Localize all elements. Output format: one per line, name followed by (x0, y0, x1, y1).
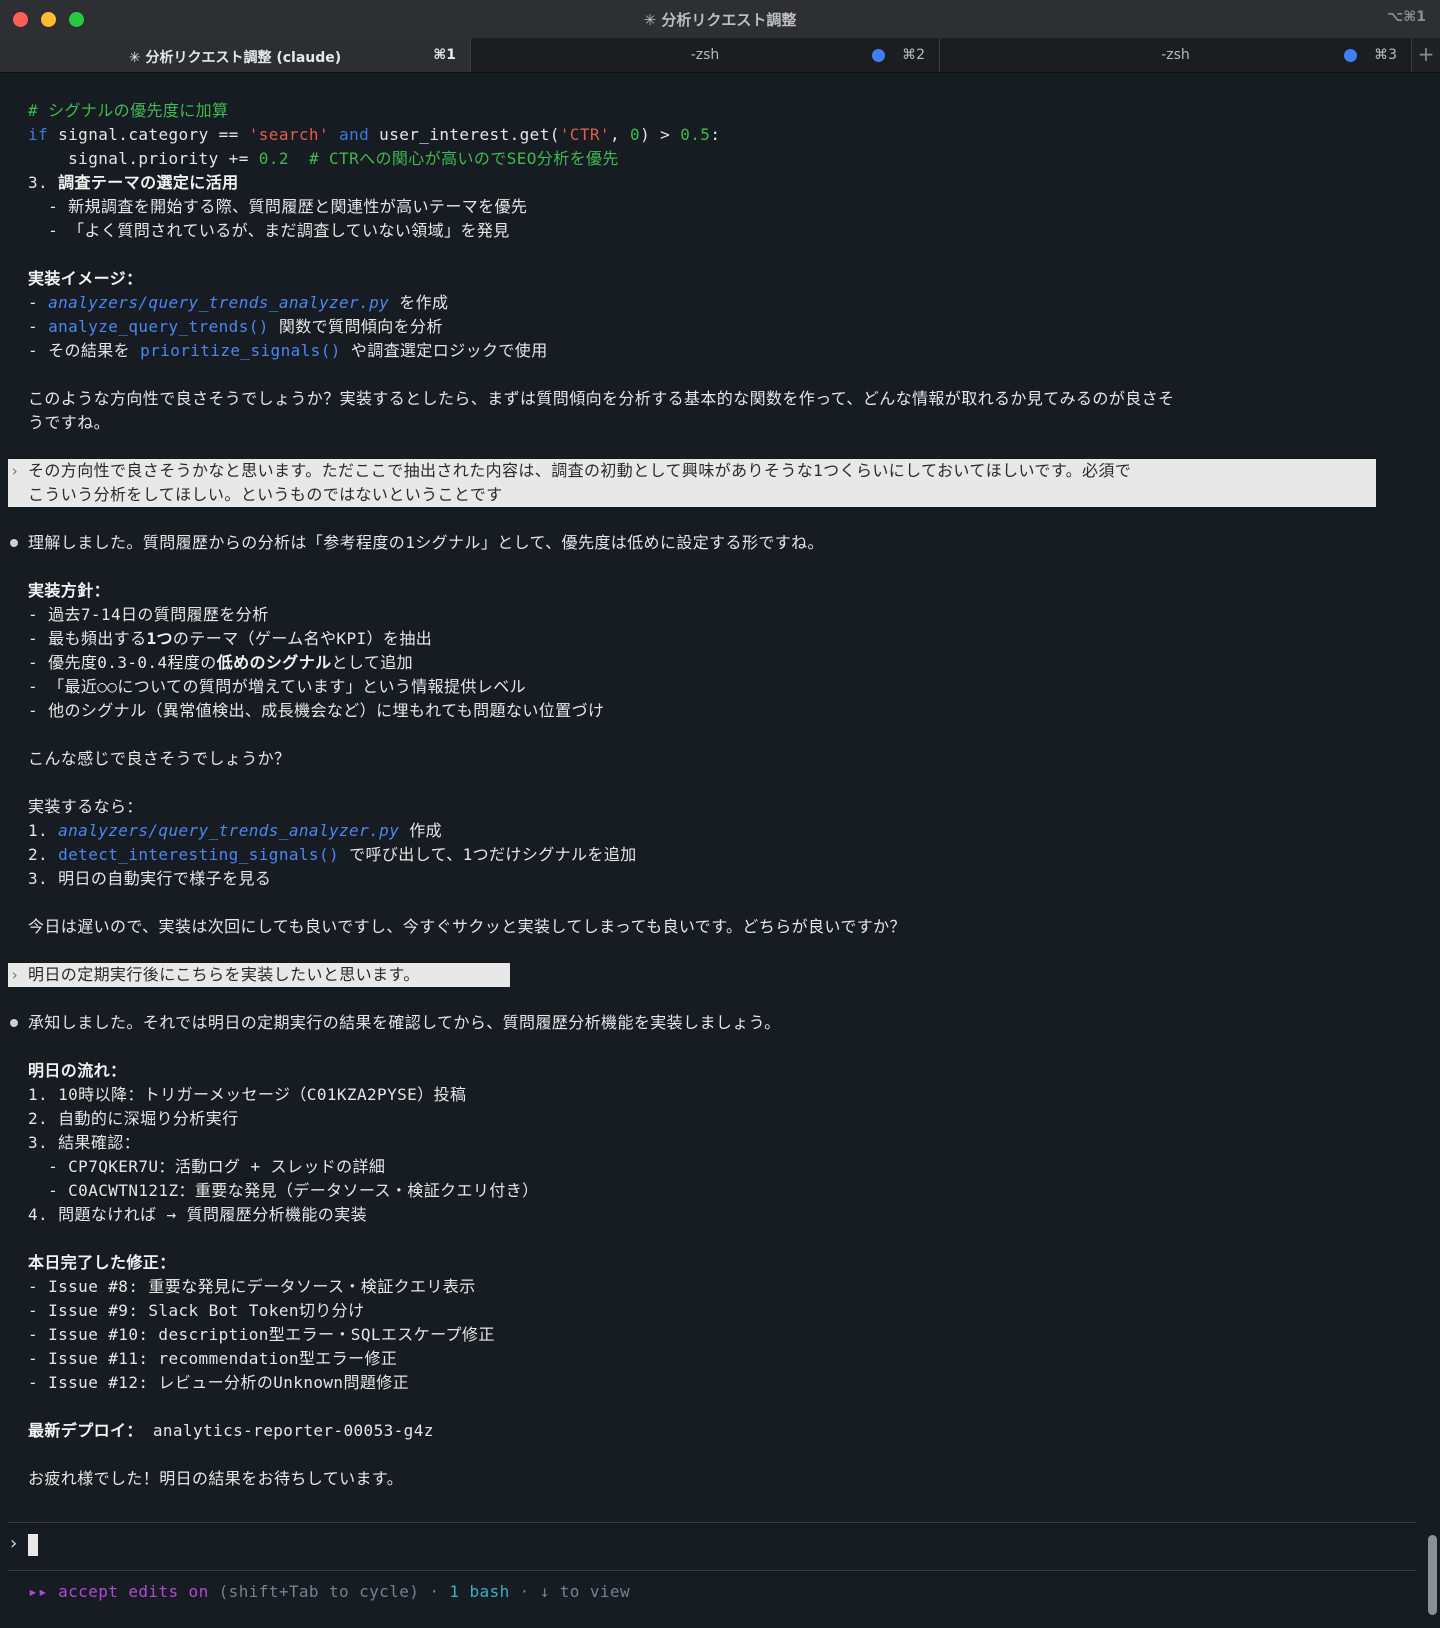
code-if-line: if signal.category == 'search' and user_… (28, 125, 721, 144)
view-hint: · ↓ to view (509, 1582, 631, 1601)
bash-count[interactable]: 1 bash (449, 1582, 509, 1601)
list-item: 3. 調査テーマの選定に活用 (28, 173, 239, 192)
assistant-text: 承知しました。それでは明日の定期実行の結果を確認してから、質問履歴分析機能を実装… (28, 1013, 781, 1032)
section-heading: 明日の流れ： (28, 1061, 127, 1080)
code-comment: # シグナルの優先度に加算 (28, 101, 229, 120)
list-item: - 優先度0.3-0.4程度の低めのシグナルとして追加 (28, 653, 414, 672)
input-top-divider (8, 1522, 1416, 1523)
user-message-text: 明日の定期実行後にこちらを実装したいと思います。 (28, 965, 420, 984)
tab-zsh-3[interactable]: -zsh ⌘3 (940, 38, 1412, 72)
list-item: - 最も頻出する1つのテーマ（ゲーム名やKPI）を抽出 (28, 629, 433, 648)
assistant-bullet-icon (10, 539, 18, 547)
list-item: - analyze_query_trends() 関数で質問傾向を分析 (28, 317, 443, 336)
terminal-window: ✳ 分析リクエスト調整 ⌥⌘1 ✳ 分析リクエスト調整 (claude) ⌘1 … (0, 0, 1440, 1628)
list-item: 1. 10時以降：トリガーメッセージ（C01KZA2PYSE）投稿 (28, 1085, 467, 1104)
list-item: - C0ACWTN121Z：重要な発見（データソース・検証クエリ付き） (28, 1181, 539, 1200)
tab-zsh-2[interactable]: -zsh ⌘2 (471, 38, 940, 72)
user-message: › 明日の定期実行後にこちらを実装したいと思います。 (8, 963, 510, 987)
list-item: 2. 自動的に深堀り分析実行 (28, 1109, 239, 1128)
list-item: - 「最近○○についての質問が増えています」という情報提供レベル (28, 677, 527, 696)
section-heading: 実装方針： (28, 581, 111, 600)
list-item: 3. 明日の自動実行で様子を見る (28, 869, 272, 888)
tab-shortcut: ⌘2 (902, 47, 925, 63)
input-bottom-divider (8, 1570, 1416, 1571)
section-heading: 本日完了した修正： (28, 1253, 176, 1272)
tab-label: -zsh (690, 47, 720, 63)
list-item: 4. 問題なければ → 質問履歴分析機能の実装 (28, 1205, 367, 1224)
fast-forward-icon: ▸▸ (28, 1582, 49, 1601)
list-item: - その結果を prioritize_signals() や調査選定ロジックで使… (28, 341, 548, 360)
status-hint: (shift+Tab to cycle) · (208, 1582, 450, 1601)
scrollbar-thumb[interactable] (1428, 1535, 1437, 1615)
list-item: - 新規調査を開始する際、質問履歴と関連性が高いテーマを優先 (28, 197, 528, 216)
user-message: › その方向性で良さそうかなと思います。ただここで抽出された内容は、調査の初動と… (8, 459, 1376, 507)
input-prompt-icon: › (8, 1533, 19, 1554)
assistant-text: うですね。 (28, 413, 111, 432)
code-priority-line: signal.priority += 0.2 # CTRへの関心が高いのでSEO… (28, 149, 619, 168)
window-shortcut: ⌥⌘1 (1387, 9, 1426, 25)
activity-dot-icon (1344, 49, 1357, 62)
list-item: - Issue #8: 重要な発見にデータソース・検証クエリ表示 (28, 1277, 476, 1296)
section-heading: 実装イメージ： (28, 269, 143, 288)
list-item: - CP7QKER7U：活動ログ + スレッドの詳細 (28, 1157, 386, 1176)
terminal-output: # シグナルの優先度に加算 if signal.category == 'sea… (0, 73, 1420, 1628)
user-message-text: その方向性で良さそうかなと思います。ただここで抽出された内容は、調査の初動として… (28, 461, 1132, 480)
tab-shortcut: ⌘1 (433, 47, 456, 63)
list-item: - analyzers/query_trends_analyzer.py を作成 (28, 293, 449, 312)
list-item: - 他のシグナル（異常値検出、成長機会など）に埋もれても問題ない位置づけ (28, 701, 605, 720)
assistant-text: 実装するなら： (28, 797, 143, 816)
chevron-right-icon: › (10, 966, 20, 984)
list-item: - Issue #11: recommendation型エラー修正 (28, 1349, 398, 1368)
title-bar: ✳ 分析リクエスト調整 ⌥⌘1 (0, 0, 1440, 39)
status-bar: ▸▸ accept edits on (shift+Tab to cycle) … (28, 1582, 630, 1601)
assistant-text: お疲れ様でした！明日の結果をお待ちしています。 (28, 1469, 404, 1488)
activity-dot-icon (872, 49, 885, 62)
new-tab-plus-icon[interactable]: + (1412, 38, 1440, 72)
assistant-text: このような方向性で良さそうでしょうか？実装するとしたら、まずは質問傾向を分析する… (28, 389, 1175, 408)
assistant-text: 今日は遅いので、実装は次回にしても良いですし、今すぐサクッと実装してしまっても良… (28, 917, 906, 936)
assistant-text: 理解しました。質問履歴からの分析は「参考程度の1シグナル」として、優先度は低めに… (28, 533, 824, 552)
tab-bar: ✳ 分析リクエスト調整 (claude) ⌘1 -zsh ⌘2 -zsh ⌘3 … (0, 38, 1440, 73)
list-item: - Issue #9: Slack Bot Token切り分け (28, 1301, 365, 1320)
tab-claude[interactable]: ✳ 分析リクエスト調整 (claude) ⌘1 (0, 38, 471, 72)
deploy-line: 最新デプロイ： analytics-reporter-00053-g4z (28, 1421, 434, 1440)
assistant-bullet-icon (10, 1019, 18, 1027)
tab-label: ✳ 分析リクエスト調整 (claude) (128, 50, 342, 66)
list-item: - Issue #12: レビュー分析のUnknown問題修正 (28, 1373, 410, 1392)
prompt-input[interactable] (28, 1534, 38, 1556)
list-item: 1. analyzers/query_trends_analyzer.py 作成 (28, 821, 443, 840)
list-item: - 過去7-14日の質問履歴を分析 (28, 605, 269, 624)
user-message-text: こういう分析をしてほしい。というものではないということです (28, 485, 503, 504)
list-item: - Issue #10: description型エラー・SQLエスケープ修正 (28, 1325, 495, 1344)
assistant-text: こんな感じで良さそうでしょうか？ (28, 749, 291, 768)
list-item: 3. 結果確認： (28, 1133, 141, 1152)
list-item: 2. detect_interesting_signals() で呼び出して、1… (28, 845, 637, 864)
list-item: - 「よく質問されているが、まだ調査していない領域」を発見 (28, 221, 510, 240)
tab-shortcut: ⌘3 (1374, 47, 1397, 63)
chevron-right-icon: › (10, 462, 20, 480)
accept-edits-mode[interactable]: accept edits on (48, 1582, 209, 1601)
window-title: ✳ 分析リクエスト調整 (643, 11, 797, 29)
tab-label: -zsh (1161, 47, 1190, 63)
